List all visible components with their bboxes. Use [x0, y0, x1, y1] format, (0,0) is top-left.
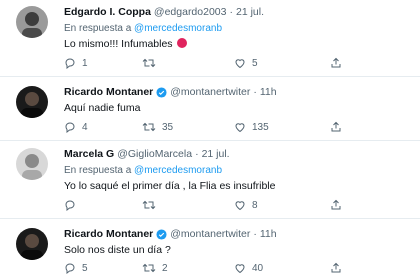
share-icon [331, 57, 341, 68]
tweet[interactable]: Marcela G @GiglioMarcela · 21 jul. En re… [0, 141, 420, 219]
retweet-icon [142, 122, 156, 132]
author-handle[interactable]: @edgardo2003 [154, 6, 227, 19]
author-name[interactable]: Marcela G [64, 148, 114, 161]
action-bar: 5 2 40 [64, 262, 408, 276]
reply-to-link[interactable]: @mercedesmoranb [134, 23, 222, 34]
verified-badge-icon [156, 229, 167, 240]
author-handle[interactable]: @montanertwiter [170, 228, 250, 241]
author-handle[interactable]: @GiglioMarcela [117, 148, 192, 161]
share-button[interactable] [330, 57, 342, 69]
like-count: 135 [252, 121, 269, 133]
reply-icon [65, 200, 75, 211]
tweet-text-content: Lo mismo!!! Infumables [64, 38, 173, 50]
reply-count: 1 [82, 57, 88, 69]
reply-button[interactable]: 4 [64, 121, 88, 133]
reply-button[interactable] [64, 199, 82, 211]
retweet-icon [142, 263, 156, 273]
avatar[interactable] [16, 86, 48, 118]
share-icon [331, 121, 341, 132]
retweet-button[interactable] [142, 199, 162, 211]
tweet-text: Aquí nadie fuma [64, 102, 141, 114]
like-button[interactable]: 40 [234, 262, 263, 274]
avatar[interactable] [16, 6, 48, 38]
reply-icon [65, 58, 75, 69]
separator: · [195, 148, 199, 160]
timestamp[interactable]: 21 jul. [236, 6, 264, 19]
reply-context: En respuesta a @mercedesmoranb [64, 22, 408, 35]
like-count: 40 [252, 262, 264, 274]
reply-count: 5 [82, 262, 88, 274]
author-handle[interactable]: @montanertwiter [170, 86, 250, 99]
timestamp[interactable]: 11h [260, 228, 277, 241]
tweet[interactable]: Ricardo Montaner @montanertwiter · 11h S… [0, 219, 420, 280]
separator: · [253, 86, 257, 98]
retweet-button[interactable]: 35 [142, 121, 173, 133]
like-count: 8 [252, 199, 258, 211]
reply-prefix: En respuesta a [64, 165, 132, 176]
heart-icon [235, 59, 245, 69]
reply-to-link[interactable]: @mercedesmoranb [134, 165, 222, 176]
heart-icon [235, 201, 245, 211]
like-count: 5 [252, 57, 258, 69]
tweet-feed: Edgardo I. Coppa @edgardo2003 · 21 jul. … [0, 0, 420, 280]
tweet[interactable]: Ricardo Montaner @montanertwiter · 11h A… [0, 77, 420, 141]
retweet-button[interactable] [142, 57, 162, 69]
avatar[interactable] [16, 148, 48, 180]
retweet-icon [142, 58, 156, 68]
share-button[interactable] [330, 121, 342, 133]
tweet-text: Lo mismo!!! Infumables [64, 38, 408, 51]
retweet-icon [142, 200, 156, 210]
author-name[interactable]: Ricardo Montaner [64, 86, 153, 99]
like-button[interactable]: 5 [234, 57, 258, 69]
verified-badge-icon [156, 87, 167, 98]
action-bar: 8 [64, 199, 408, 213]
reply-context: En respuesta a @mercedesmoranb [64, 164, 408, 177]
share-icon [331, 262, 341, 273]
reply-button[interactable]: 5 [64, 262, 88, 274]
share-button[interactable] [330, 199, 342, 211]
action-bar: 4 35 135 [64, 121, 408, 135]
reply-button[interactable]: 1 [64, 57, 88, 69]
retweet-count: 35 [162, 121, 174, 133]
author-name[interactable]: Ricardo Montaner [64, 228, 153, 241]
heart-icon [235, 123, 245, 133]
retweet-button[interactable]: 2 [142, 262, 168, 274]
tweet[interactable]: Edgardo I. Coppa @edgardo2003 · 21 jul. … [0, 0, 420, 77]
share-button[interactable] [330, 262, 342, 274]
like-button[interactable]: 135 [234, 121, 269, 133]
retweet-count: 2 [162, 262, 168, 274]
tweet-text: Solo nos diste un día ? [64, 244, 171, 256]
separator: · [253, 228, 257, 240]
reply-count: 4 [82, 121, 88, 133]
action-bar: 1 5 [64, 57, 408, 71]
reply-prefix: En respuesta a [64, 23, 132, 34]
share-icon [331, 199, 341, 210]
angry-face-emoji [177, 38, 188, 48]
reply-icon [65, 263, 75, 274]
timestamp[interactable]: 11h [260, 86, 277, 99]
separator: · [229, 6, 233, 18]
heart-icon [235, 264, 245, 274]
author-name[interactable]: Edgardo I. Coppa [64, 6, 151, 19]
tweet-text: Yo lo saqué el primer día , la Flia es i… [64, 180, 276, 192]
timestamp[interactable]: 21 jul. [202, 148, 230, 161]
avatar[interactable] [16, 228, 48, 260]
like-button[interactable]: 8 [234, 199, 258, 211]
reply-icon [65, 122, 75, 133]
